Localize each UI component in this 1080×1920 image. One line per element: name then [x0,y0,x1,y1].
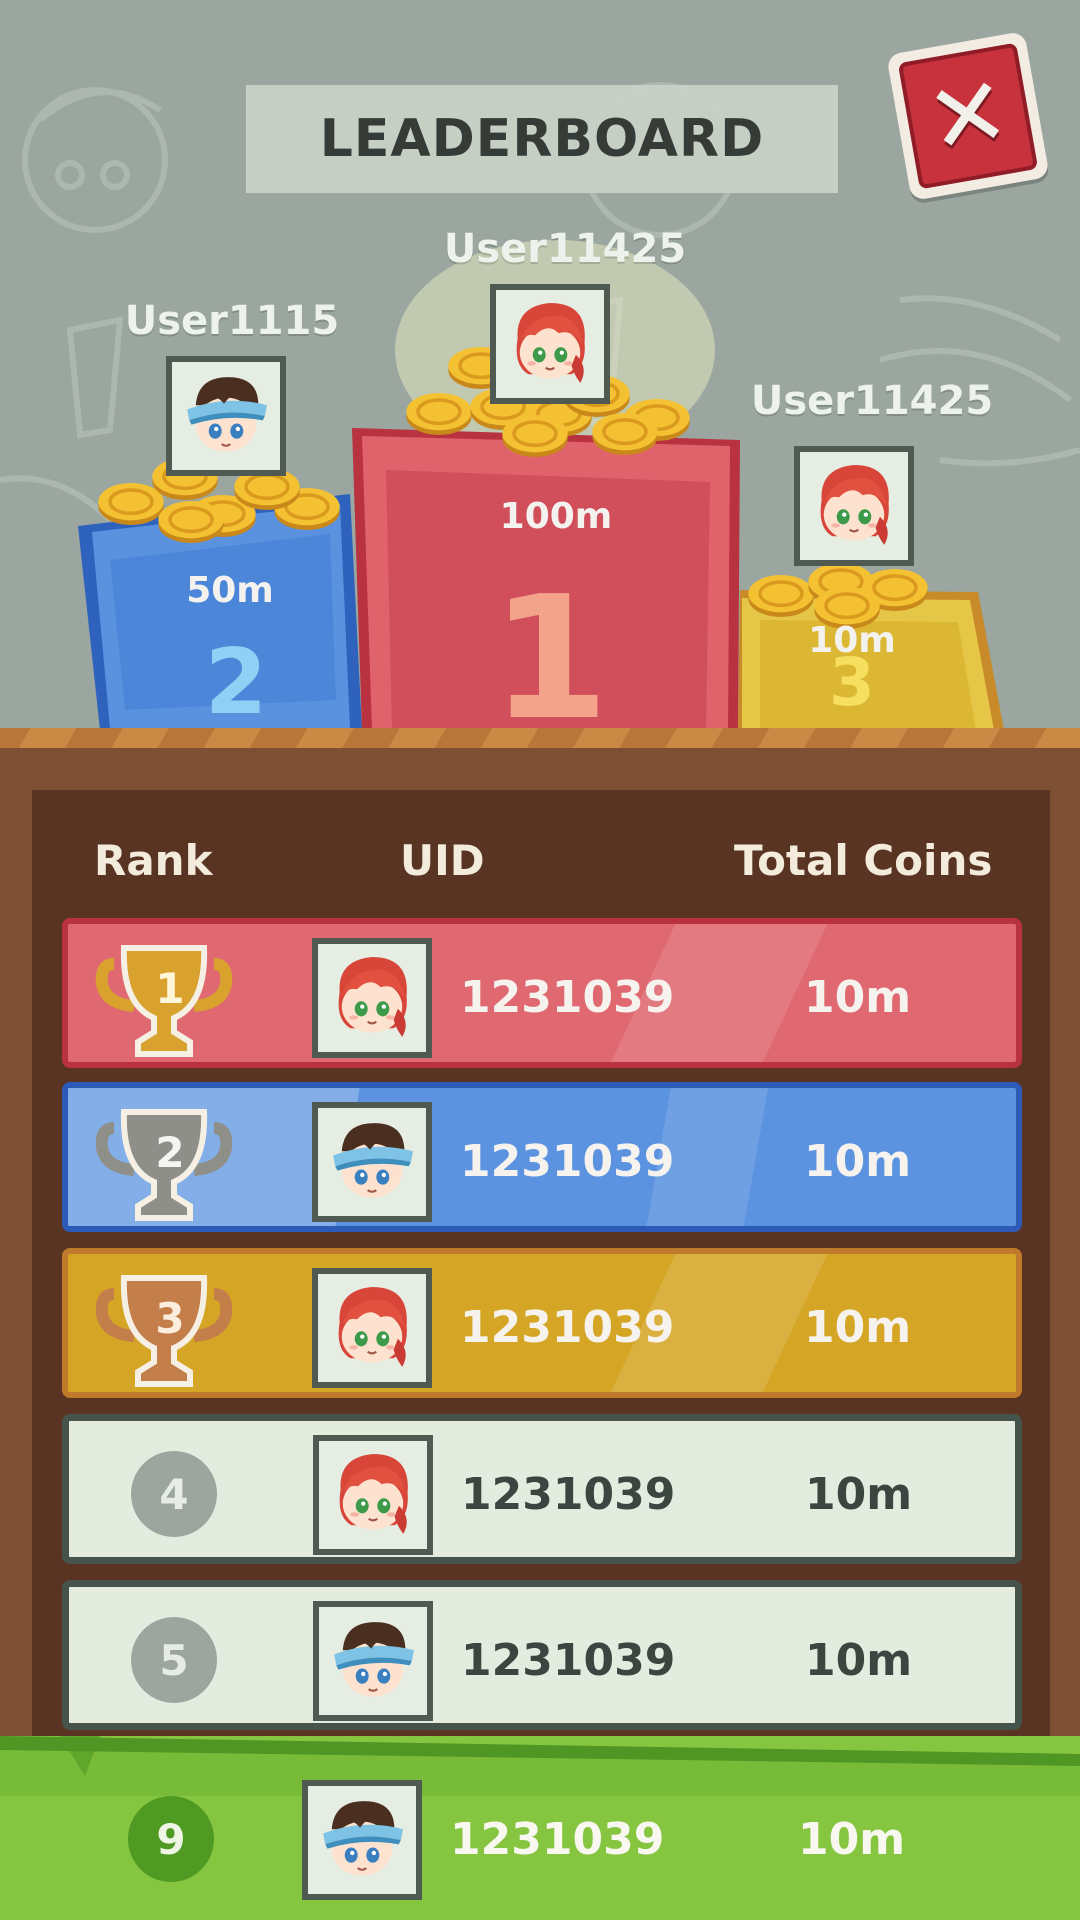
total-coins: 10m [805,1635,913,1686]
podium-2nd-name: User1115 [124,298,340,344]
table-row[interactable]: 4 1231039 10m [62,1414,1022,1564]
total-coins: 10m [804,972,912,1023]
rank-badge: 4 [131,1451,217,1537]
podium-2nd-distance: 50m [186,570,274,611]
redhead-avatar [319,1441,427,1549]
total-coins: 10m [805,1469,913,1520]
total-coins: 10m [804,1136,912,1187]
uid: 1231039 [460,1136,675,1187]
rank-badge: 5 [131,1617,217,1703]
avatar [313,1601,433,1721]
uid: 1231039 [460,1302,675,1353]
podium-3rd-name: User11425 [750,378,994,424]
total-coins: 10m [804,1302,912,1353]
column-header-uid: UID [400,836,485,885]
redhead-avatar [800,452,908,560]
my-uid: 1231039 [450,1814,665,1865]
my-avatar [302,1780,422,1900]
avatar [312,1102,432,1222]
table-row[interactable]: 5 1231039 10m [62,1580,1022,1730]
boy-visor-avatar [172,362,280,470]
podium-3rd-rank: 3 [829,644,875,721]
podium-shelf [0,728,1080,750]
podium-1st-distance: 100m [499,496,613,537]
column-header-rank: Rank [94,836,213,885]
uid: 1231039 [461,1469,676,1520]
redhead-avatar [496,290,604,398]
avatar [312,938,432,1058]
podium-1st-avatar [490,284,610,404]
rank-number: 2 [155,1128,185,1177]
uid: 1231039 [460,972,675,1023]
podium-1st-name: User11425 [443,226,687,272]
podium-3rd-avatar [794,446,914,566]
boy-visor-avatar [319,1607,427,1715]
table-row[interactable]: 1 1231039 10m [62,918,1022,1068]
table-row[interactable]: 3 1231039 10m [62,1248,1022,1398]
uid: 1231039 [461,1635,676,1686]
my-rank-badge: 9 [128,1796,214,1882]
my-total-coins: 10m [798,1814,906,1865]
table-row[interactable]: 2 1231039 10m [62,1082,1022,1232]
avatar [313,1435,433,1555]
rank-number: 1 [155,964,185,1013]
boy-visor-avatar [308,1786,416,1894]
redhead-avatar [318,944,426,1052]
column-header-total-coins: Total Coins [734,836,993,885]
redhead-avatar [318,1274,426,1382]
avatar [312,1268,432,1388]
rank-number: 3 [155,1294,185,1343]
podium-2nd-avatar [166,356,286,476]
boy-visor-avatar [318,1108,426,1216]
podium-2nd-rank: 2 [204,630,268,735]
my-rank-row[interactable]: 9 1231039 10m [0,1760,1080,1920]
